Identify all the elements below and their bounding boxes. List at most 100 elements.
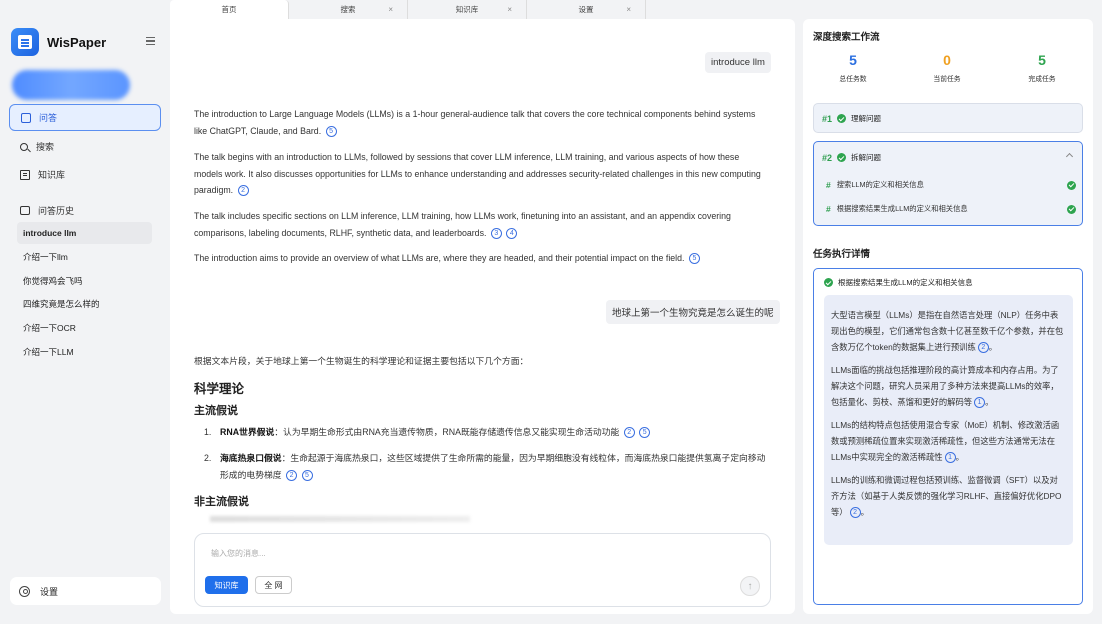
sidebar-item-label: 搜索 [36, 142, 55, 152]
detail-text-end: 。 [860, 507, 869, 517]
settings-label: 设置 [40, 586, 59, 597]
citation-badge[interactable]: 4 [506, 227, 518, 239]
sidebar: WisPaper 问答 搜索 知识库 问答历史 introduce llm 介绍… [0, 0, 170, 624]
answer-text: The introduction to Large Language Model… [194, 109, 756, 136]
collapse-sidebar-icon[interactable] [146, 37, 155, 45]
citation-badge[interactable]: 1 [974, 397, 986, 409]
history-icon [20, 206, 30, 215]
user-profile-blurred[interactable] [12, 70, 130, 100]
detail-paragraph: 大型语言模型（LLMs）是指在自然语言处理（NLP）任务中表现出色的模型，它们通… [831, 307, 1066, 355]
citation-badge[interactable]: 5 [688, 253, 700, 265]
check-circle-icon [824, 278, 833, 287]
close-tab-icon[interactable]: × [626, 5, 631, 14]
book-icon [20, 169, 30, 180]
tab-search[interactable]: 搜索 × [289, 0, 408, 19]
citation-badge[interactable]: 3 [490, 227, 502, 239]
tab-settings[interactable]: 设置 × [527, 0, 646, 19]
workflow-step-1[interactable]: #1 理解问题 [813, 103, 1083, 133]
sidebar-item-knowledge[interactable]: 知识库 [9, 161, 161, 188]
workflow-panel: 深度搜索工作流 5 总任务数 0 当前任务 5 完成任务 #1 理解问题 #2 … [803, 19, 1093, 614]
history-item[interactable]: 介绍一下llm [17, 246, 152, 268]
step-label: 拆解问题 [851, 153, 882, 162]
answer-list-item: 1. RNA世界假说：认为早期生命形式由RNA充当遗传物质，RNA既能存储遗传信… [204, 424, 770, 441]
history-item[interactable]: 介绍一下OCR [17, 317, 152, 339]
detail-paragraph: LLMs面临的挑战包括推理阶段的高计算成本和内存占用。为了解决这个问题，研究人员… [831, 362, 1066, 410]
step-header: #1 理解问题 [822, 113, 881, 124]
send-button[interactable]: ↑ [740, 576, 760, 596]
answer-text: The talk begins with an introduction to … [194, 152, 761, 195]
sub-task-label: 搜索LLM的定义和相关信息 [836, 180, 924, 189]
history-item[interactable]: 介绍一下LLM [17, 341, 152, 363]
search-icon [20, 142, 28, 151]
knowledge-base-toggle[interactable]: 知识库 [205, 576, 248, 594]
stat-label: 当前任务 [933, 76, 961, 83]
detail-content: 大型语言模型（LLMs）是指在自然语言处理（NLP）任务中表现出色的模型，它们通… [824, 295, 1073, 545]
citation-badge[interactable]: 2 [286, 469, 298, 481]
app-logo-icon [11, 28, 39, 56]
tab-knowledge[interactable]: 知识库 × [408, 0, 527, 19]
settings-button[interactable]: 设置 [10, 577, 161, 605]
citation-badge[interactable]: 2 [977, 342, 989, 354]
message-input[interactable]: 输入您的消息... [211, 548, 266, 559]
step-number: #2 [822, 152, 833, 163]
workflow-step-2[interactable]: #2 拆解问题 # 搜索LLM的定义和相关信息 # 根据搜索结果生成LLM的定义… [813, 141, 1083, 226]
sub-task-label: 根据搜索结果生成LLM的定义和相关信息 [836, 204, 968, 213]
stat-label: 总任务数 [839, 76, 867, 83]
citation-badge[interactable]: 1 [944, 452, 956, 464]
step-header: #2 拆解问题 [822, 152, 881, 163]
step-number: #1 [822, 113, 833, 124]
detail-task-label: 根据搜索结果生成LLM的定义和相关信息 [838, 278, 973, 287]
faded-content [210, 516, 470, 522]
chevron-up-icon[interactable] [1065, 152, 1074, 161]
list-number: 2. [204, 453, 212, 463]
answer-subheading: 非主流假说 [194, 496, 249, 508]
tab-label: 搜索 [340, 5, 356, 14]
arrow-up-icon: ↑ [747, 580, 753, 592]
citation-badge[interactable]: 5 [325, 125, 337, 137]
user-message: 地球上第一个生物究竟是怎么诞生的呢 [606, 300, 780, 324]
stat-value: 5 [1038, 52, 1046, 68]
tab-bar: 首页 搜索 × 知识库 × 设置 × [170, 0, 780, 19]
history-item[interactable]: 四维究竟是怎么样的 [17, 293, 152, 315]
list-item-text: ：认为早期生命形式由RNA充当遗传物质，RNA既能存储遗传信息又能实现生命活动功… [274, 427, 620, 437]
stat-current: 0 当前任务 [907, 52, 987, 83]
detail-text-end: 。 [955, 452, 964, 462]
answer-text: The introduction aims to provide an over… [194, 253, 685, 263]
detail-paragraph: LLMs的训练和微调过程包括预训练、监督微调（SFT）以及对齐方法（如基于人类反… [831, 472, 1066, 520]
task-detail-panel: 根据搜索结果生成LLM的定义和相关信息 大型语言模型（LLMs）是指在自然语言处… [813, 268, 1083, 605]
stat-total: 5 总任务数 [813, 52, 893, 83]
detail-text: 大型语言模型（LLMs）是指在自然语言处理（NLP）任务中表现出色的模型，它们通… [831, 310, 1064, 352]
check-circle-icon [1067, 180, 1076, 190]
detail-title: 任务执行详情 [813, 249, 871, 260]
history-item[interactable]: 你觉得鸡会飞吗 [17, 270, 152, 292]
step-label: 理解问题 [851, 114, 882, 123]
list-number: 1. [204, 427, 212, 437]
sidebar-item-label: 知识库 [38, 170, 66, 180]
sub-task: # 搜索LLM的定义和相关信息 [826, 180, 1076, 190]
detail-text-end: 。 [988, 342, 998, 352]
close-tab-icon[interactable]: × [388, 5, 393, 14]
history-title: 问答历史 [38, 206, 75, 216]
user-message: introduce llm [705, 52, 771, 73]
citation-badge[interactable]: 5 [301, 469, 313, 481]
citation-badge[interactable]: 2 [237, 185, 249, 197]
workflow-title: 深度搜索工作流 [813, 32, 880, 43]
history-item[interactable]: introduce llm [17, 222, 152, 244]
answer-paragraph: The introduction aims to provide an over… [194, 250, 770, 267]
citation-badge[interactable]: 2 [849, 507, 861, 519]
citation-badge[interactable]: 2 [623, 427, 635, 439]
web-search-toggle[interactable]: 全 网 [255, 576, 292, 594]
app-name: WisPaper [47, 34, 107, 50]
tab-label: 首页 [221, 5, 237, 14]
close-tab-icon[interactable]: × [507, 5, 512, 14]
tab-home[interactable]: 首页 [170, 0, 289, 19]
sidebar-item-search[interactable]: 搜索 [9, 133, 161, 160]
sub-task: # 根据搜索结果生成LLM的定义和相关信息 [826, 204, 1076, 214]
sidebar-item-qa[interactable]: 问答 [9, 104, 161, 131]
answer-intro: 根据文本片段，关于地球上第一个生物诞生的科学理论和证据主要包括以下几个方面： [194, 356, 529, 366]
stat-value: 0 [943, 52, 951, 68]
citation-badge[interactable]: 5 [639, 427, 651, 439]
answer-paragraph: The introduction to Large Language Model… [194, 106, 770, 139]
answer-heading: 科学理论 [194, 382, 245, 396]
chat-area: introduce llm The introduction to Large … [170, 19, 795, 614]
